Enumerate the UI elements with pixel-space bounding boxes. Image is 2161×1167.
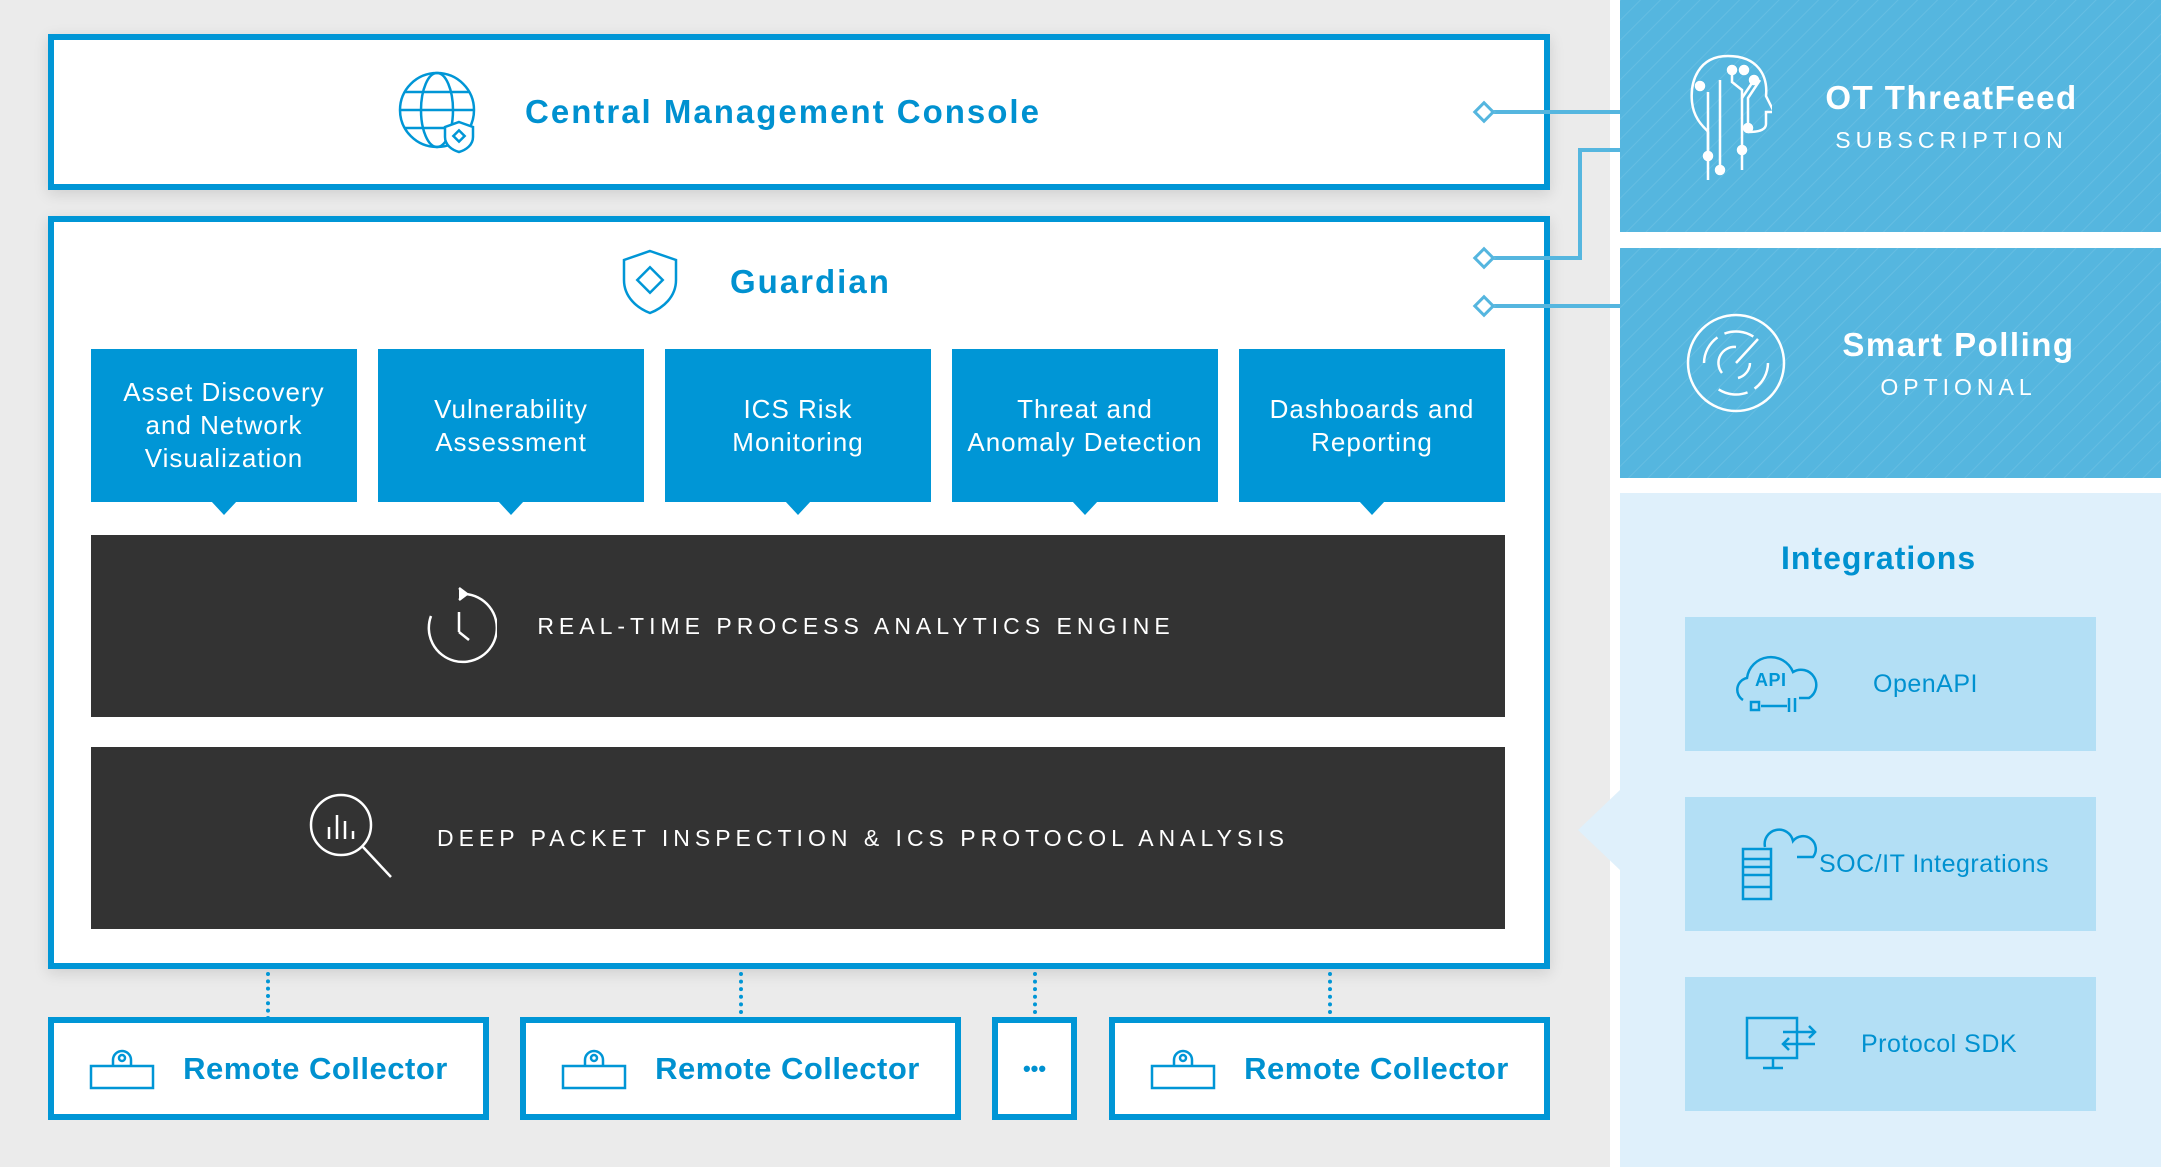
guardian-title: Guardian <box>730 263 891 300</box>
globe-shield-icon <box>398 71 476 154</box>
api-icon-text: API <box>1755 670 1787 690</box>
module-threat-anomaly-detection: Threat and Anomaly Detection <box>952 349 1218 515</box>
connector-line <box>1492 110 1620 114</box>
integrations-title: Integrations <box>1781 540 1977 576</box>
remote-collector: Remote Collector <box>1109 1017 1550 1120</box>
polling-title: Smart Polling <box>1842 325 2075 363</box>
central-management-console: Central Management Console <box>48 34 1550 190</box>
integration-label: Protocol SDK <box>1861 1029 2018 1058</box>
threatfeed-title: OT ThreatFeed <box>1825 78 2078 116</box>
collector-link <box>1328 972 1332 1014</box>
engine-label: REAL-TIME PROCESS ANALYTICS ENGINE <box>537 612 1175 639</box>
clock-refresh-icon <box>427 587 498 664</box>
collector-link <box>266 972 270 1020</box>
sensor-device-icon <box>89 1049 155 1089</box>
sensor-device-icon <box>561 1049 627 1089</box>
connector-line <box>1578 148 1620 152</box>
module-vulnerability-assessment: Vulnerability Assessment <box>378 349 644 515</box>
radar-icon <box>1686 313 1786 413</box>
collector-label: Remote Collector <box>183 1050 448 1086</box>
magnifier-chart-icon <box>309 793 392 878</box>
ellipsis: ••• <box>1022 1055 1047 1081</box>
sensor-device-icon <box>1150 1049 1216 1089</box>
integration-openapi: API OpenAPI <box>1685 617 2096 751</box>
collector-label: Remote Collector <box>1244 1050 1509 1086</box>
threatfeed-subtitle: SUBSCRIPTION <box>1835 126 2068 153</box>
more-collectors: ••• <box>992 1017 1077 1120</box>
integration-label: OpenAPI <box>1873 669 1978 698</box>
monitor-transfer-icon <box>1745 1016 1817 1070</box>
collector-link <box>739 972 743 1014</box>
polling-subtitle: OPTIONAL <box>1880 373 2037 400</box>
console-title: Central Management Console <box>525 93 1041 130</box>
module-label: Dashboards and Reporting <box>1269 393 1475 457</box>
server-cloud-icon <box>1741 828 1818 901</box>
module-label: Asset Discovery and Network Visualizatio… <box>123 377 325 473</box>
ot-threatfeed-panel: OT ThreatFeed SUBSCRIPTION <box>1620 0 2161 232</box>
collector-label: Remote Collector <box>655 1050 920 1086</box>
process-analytics-engine: REAL-TIME PROCESS ANALYTICS ENGINE <box>91 535 1505 717</box>
smart-polling-panel: Smart Polling OPTIONAL <box>1620 248 2161 478</box>
ai-head-circuit-icon <box>1690 54 1772 180</box>
deep-packet-inspection: DEEP PACKET INSPECTION & ICS PROTOCOL AN… <box>91 747 1505 929</box>
remote-collector: Remote Collector <box>520 1017 961 1120</box>
shield-diamond-icon <box>622 249 678 315</box>
connector-line <box>1492 304 1620 308</box>
integration-protocol-sdk: Protocol SDK <box>1685 977 2096 1111</box>
integrations-pointer <box>1578 790 1620 870</box>
module-label: Vulnerability Assessment <box>434 393 588 457</box>
integration-label: SOC/IT Integrations <box>1819 849 2049 878</box>
module-asset-discovery: Asset Discovery and Network Visualizatio… <box>91 349 357 515</box>
api-cloud-icon: API <box>1736 655 1818 712</box>
guardian-header: Guardian <box>620 248 891 316</box>
connector-line <box>1578 148 1582 260</box>
module-dashboards-reporting: Dashboards and Reporting <box>1239 349 1505 515</box>
collector-link <box>1033 972 1037 1014</box>
remote-collector: Remote Collector <box>48 1017 489 1120</box>
module-label: ICS Risk Monitoring <box>732 393 864 457</box>
module-label: Threat and Anomaly Detection <box>967 393 1203 457</box>
integration-soc-it: SOC/IT Integrations <box>1685 797 2096 931</box>
module-ics-risk-monitoring: ICS Risk Monitoring <box>665 349 931 515</box>
connector-line <box>1492 256 1582 260</box>
engine-label: DEEP PACKET INSPECTION & ICS PROTOCOL AN… <box>436 824 1290 851</box>
